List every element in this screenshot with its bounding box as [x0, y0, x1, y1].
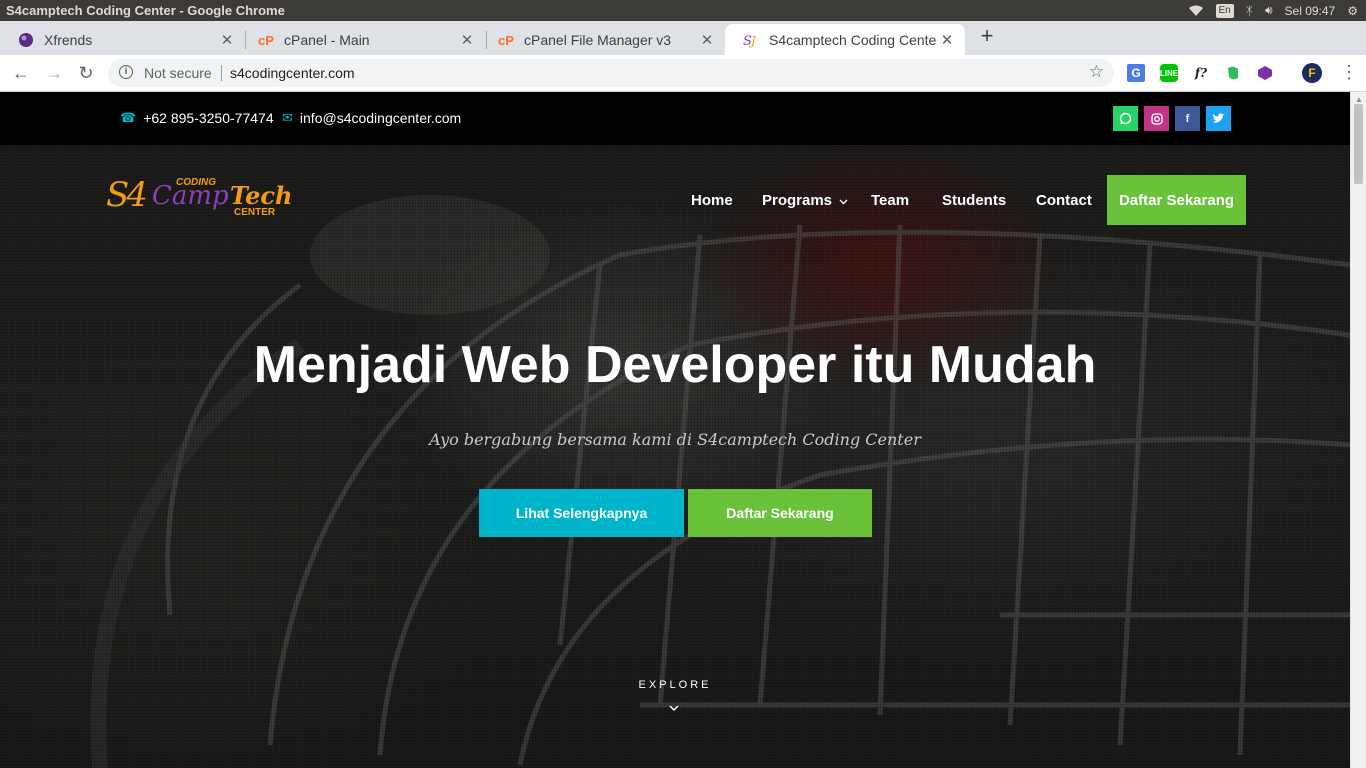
register-button[interactable]: Daftar Sekarang [688, 489, 872, 537]
close-icon[interactable]: ✕ [697, 31, 717, 49]
os-title-bar: S4camptech Coding Center - Google Chrome… [0, 0, 1366, 21]
formula-icon[interactable]: f? [1192, 64, 1210, 82]
forward-icon[interactable]: → [43, 62, 65, 84]
tab-label: cPanel - Main [284, 31, 370, 48]
logo-center-text: CENTER [234, 207, 276, 218]
window-title: S4camptech Coding Center - Google Chrome [6, 3, 285, 18]
clock[interactable]: Sel 09:47 [1285, 4, 1336, 18]
s4-favicon: SJ [743, 32, 759, 48]
site-logo[interactable]: S4 CODING Camp Tech CENTER [106, 173, 292, 223]
phone-number: +62 895-3250-77474 [143, 110, 274, 126]
nav-contact[interactable]: Contact [1036, 192, 1092, 209]
tab-label: Xfrends [44, 31, 93, 48]
tab-xfrends[interactable]: Xfrends ✕ [0, 24, 245, 55]
tab-label: S4camptech Coding Cente [769, 31, 937, 48]
nav-register-button[interactable]: Daftar Sekarang [1107, 175, 1246, 225]
tab-cpanel-main[interactable]: cP cPanel - Main ✕ [240, 24, 485, 55]
back-icon[interactable]: ← [10, 62, 32, 84]
keyboard-language-indicator[interactable]: En [1215, 3, 1234, 18]
explore-label[interactable]: EXPLORE [0, 679, 1350, 691]
tab-strip: Xfrends ✕ cP cPanel - Main ✕ cP cPanel F… [0, 21, 1366, 55]
twitter-icon[interactable] [1206, 106, 1231, 131]
info-icon[interactable]: i [119, 65, 133, 79]
system-tray: En ᛡ 🔊︎ Sel 09:47 ⚙ [1188, 0, 1366, 21]
logo-camp-text: Camp [152, 181, 229, 211]
instagram-icon[interactable] [1144, 106, 1169, 131]
divider [221, 65, 222, 81]
address-bar[interactable]: i Not secure s4codingcenter.com ☆ [108, 59, 1114, 87]
logo-mark: S4 [106, 175, 148, 215]
hero-title: Menjadi Web Developer itu Mudah [253, 336, 1097, 394]
tab-cpanel-file-manager[interactable]: cP cPanel File Manager v3 ✕ [480, 24, 725, 55]
security-label[interactable]: Not secure [144, 65, 212, 81]
svg-text:cP: cP [258, 33, 274, 48]
volume-icon[interactable]: 🔊︎ [1265, 3, 1273, 18]
email-address: info@s4codingcenter.com [299, 110, 462, 126]
nav-programs-label: Programs [762, 192, 833, 209]
close-icon[interactable]: ✕ [217, 31, 237, 49]
logo-tech-text: Tech [230, 181, 293, 210]
chevron-down-icon[interactable] [667, 701, 681, 715]
hero-section: S4 CODING Camp Tech CENTER Home Programs… [0, 145, 1350, 768]
close-icon[interactable]: ✕ [457, 31, 477, 49]
bookmark-star-icon[interactable]: ☆ [1089, 62, 1104, 82]
browser-toolbar: ← → ↻ i Not secure s4codingcenter.com ☆ … [0, 55, 1366, 92]
google-translate-icon[interactable]: G [1127, 64, 1145, 82]
contact-topbar: ☎ +62 895-3250-77474 ✉ info@s4codingcent… [0, 92, 1350, 145]
url-text[interactable]: s4codingcenter.com [230, 65, 355, 81]
email-contact[interactable]: ✉ info@s4codingcenter.com [282, 110, 461, 126]
hero-subtitle: Ayo bergabung bersama kami di S4camptech… [429, 430, 921, 449]
cube-icon[interactable] [1256, 64, 1274, 82]
line-icon[interactable]: LINE [1160, 64, 1178, 82]
scroll-up-icon[interactable]: ▲ [1355, 95, 1363, 104]
facebook-icon[interactable]: f [1175, 106, 1200, 131]
page-scrollbar[interactable]: ▲ [1350, 92, 1366, 768]
hero-dot-pattern [0, 145, 1350, 768]
envelope-icon: ✉ [282, 110, 293, 125]
wifi-icon[interactable] [1188, 5, 1204, 17]
profile-avatar[interactable]: F [1302, 63, 1322, 83]
nav-programs[interactable]: Programs [762, 192, 848, 209]
gear-icon[interactable]: ⚙ [1347, 4, 1358, 18]
chevron-down-icon [839, 192, 848, 209]
nav-home[interactable]: Home [691, 192, 733, 209]
xfrends-favicon [18, 32, 34, 48]
bluetooth-icon[interactable]: ᛡ [1246, 4, 1253, 18]
phone-contact[interactable]: ☎ +62 895-3250-77474 [120, 110, 274, 126]
tab-label: cPanel File Manager v3 [524, 31, 672, 48]
nav-students[interactable]: Students [942, 192, 1006, 209]
nav-team[interactable]: Team [871, 192, 909, 209]
scrollbar-thumb[interactable] [1354, 104, 1363, 184]
phone-icon: ☎ [120, 110, 137, 125]
cpanel-favicon: cP [498, 32, 514, 48]
more-menu-icon[interactable]: ⋮ [1340, 63, 1358, 81]
tab-s4camptech[interactable]: SJ S4camptech Coding Cente ✕ [725, 24, 965, 55]
whatsapp-icon[interactable] [1113, 106, 1138, 131]
page-viewport: ☎ +62 895-3250-77474 ✉ info@s4codingcent… [0, 92, 1350, 768]
close-icon[interactable]: ✕ [937, 31, 957, 49]
evernote-icon[interactable] [1224, 64, 1242, 82]
cpanel-favicon: cP [258, 32, 274, 48]
new-tab-button[interactable]: + [976, 25, 998, 47]
reload-icon[interactable]: ↻ [75, 62, 97, 84]
learn-more-button[interactable]: Lihat Selengkapnya [479, 489, 684, 537]
svg-text:cP: cP [498, 33, 514, 48]
